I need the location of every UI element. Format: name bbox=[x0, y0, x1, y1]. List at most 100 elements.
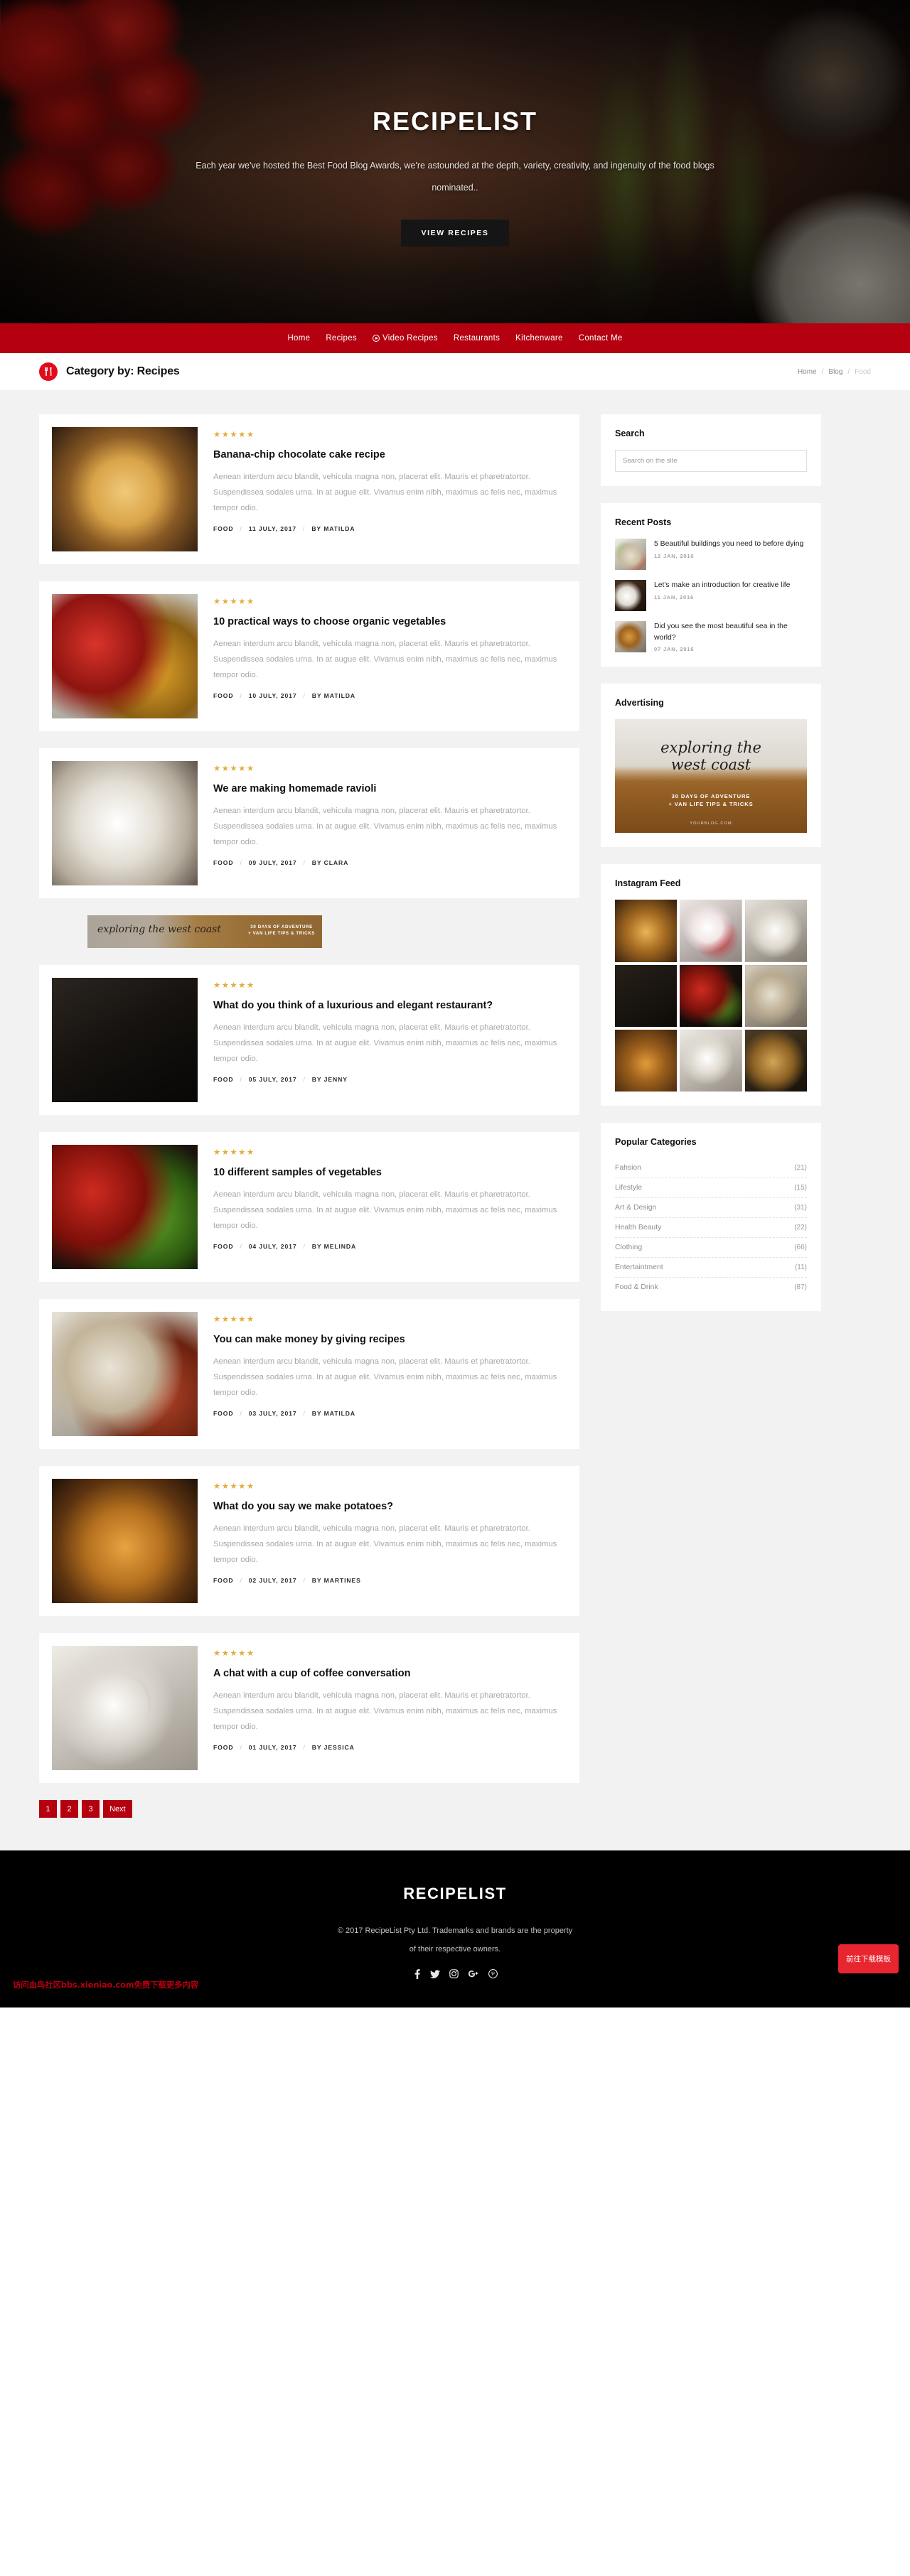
category-label: Fahsion bbox=[615, 1164, 641, 1173]
post-meta: FOOD / 10 JULY, 2017 / BY MATILDA bbox=[213, 692, 560, 699]
inline-banner-sub-line2: + VAN LIFE TIPS & TRICKS bbox=[248, 931, 315, 937]
post-category[interactable]: FOOD bbox=[213, 1744, 233, 1751]
post-title[interactable]: What do you say we make potatoes? bbox=[213, 1499, 560, 1514]
post-category[interactable]: FOOD bbox=[213, 859, 233, 866]
post-thumbnail[interactable] bbox=[52, 1312, 198, 1436]
post-author[interactable]: BY MATILDA bbox=[312, 1410, 355, 1417]
post-title[interactable]: You can make money by giving recipes bbox=[213, 1332, 560, 1347]
category-label: Entertaintment bbox=[615, 1263, 663, 1272]
nav-item-recipes[interactable]: Recipes bbox=[326, 334, 357, 343]
nav-item-contact-me[interactable]: Contact Me bbox=[579, 334, 623, 343]
instagram-photo[interactable] bbox=[680, 1029, 742, 1092]
post-date: 11 JULY, 2017 bbox=[248, 524, 297, 532]
advertising-banner[interactable]: exploring the west coast 30 DAYS OF ADVE… bbox=[615, 719, 807, 834]
nav-item-video-recipes[interactable]: Video Recipes bbox=[372, 334, 438, 343]
post-category[interactable]: FOOD bbox=[213, 1577, 233, 1584]
post-author[interactable]: BY JENNY bbox=[312, 1076, 348, 1083]
post-category[interactable]: FOOD bbox=[213, 1076, 233, 1083]
post-date: 05 JULY, 2017 bbox=[248, 1075, 297, 1083]
post-title[interactable]: 10 different samples of vegetables bbox=[213, 1165, 560, 1180]
ad-script-text: exploring the west coast bbox=[615, 739, 807, 773]
pagination-page-3[interactable]: 3 bbox=[82, 1800, 100, 1818]
post-rating-stars: ★★★★★ bbox=[213, 1148, 255, 1157]
breadcrumb-separator: / bbox=[847, 367, 850, 376]
pinterest-icon[interactable] bbox=[488, 1969, 498, 1979]
post-thumbnail[interactable] bbox=[52, 1145, 198, 1269]
instagram-photo[interactable] bbox=[615, 900, 678, 962]
view-recipes-button[interactable]: VIEW RECIPES bbox=[401, 219, 509, 247]
nav-item-kitchenware[interactable]: Kitchenware bbox=[515, 334, 563, 343]
post-excerpt: Aenean interdum arcu blandit, vehicula m… bbox=[213, 1023, 557, 1063]
post-category[interactable]: FOOD bbox=[213, 692, 233, 699]
category-row[interactable]: Lifestyle (15) bbox=[615, 1178, 807, 1199]
instagram-photo[interactable] bbox=[615, 1029, 678, 1092]
post-title[interactable]: 10 practical ways to choose organic vege… bbox=[213, 615, 560, 630]
instagram-photo[interactable] bbox=[744, 964, 808, 1027]
post-author[interactable]: BY MATILDA bbox=[312, 692, 355, 699]
category-count: (21) bbox=[794, 1164, 807, 1173]
post-author[interactable]: BY CLARA bbox=[312, 859, 348, 866]
category-label: Food & Drink bbox=[615, 1283, 658, 1292]
category-row[interactable]: Fahsion (21) bbox=[615, 1158, 807, 1179]
post-category[interactable]: FOOD bbox=[213, 1410, 233, 1417]
pagination-next-button[interactable]: Next bbox=[103, 1800, 132, 1818]
category-label: Health Beauty bbox=[615, 1224, 662, 1232]
post-title[interactable]: We are making homemade ravioli bbox=[213, 782, 560, 797]
instagram-photo[interactable] bbox=[680, 900, 742, 962]
post-category[interactable]: FOOD bbox=[213, 525, 233, 532]
facebook-icon[interactable] bbox=[413, 1968, 421, 1979]
inline-banner-script: exploring the west coast bbox=[97, 924, 221, 935]
meta-separator: / bbox=[240, 1743, 242, 1751]
category-row[interactable]: Health Beauty (22) bbox=[615, 1218, 807, 1239]
google-plus-icon[interactable] bbox=[468, 1969, 479, 1978]
pagination-page-2[interactable]: 2 bbox=[60, 1800, 78, 1818]
post-thumbnail[interactable] bbox=[52, 427, 198, 551]
category-row[interactable]: Entertaintment (11) bbox=[615, 1258, 807, 1278]
instagram-photo[interactable] bbox=[744, 900, 808, 962]
breadcrumb-item-blog[interactable]: Blog bbox=[828, 368, 842, 376]
post-meta: FOOD / 03 JULY, 2017 / BY MATILDA bbox=[213, 1410, 560, 1417]
nav-item-label: Video Recipes bbox=[382, 334, 438, 343]
meta-separator: / bbox=[303, 1409, 306, 1417]
instagram-photo[interactable] bbox=[744, 1029, 808, 1092]
post-thumbnail[interactable] bbox=[52, 1479, 198, 1603]
nav-item-home[interactable]: Home bbox=[287, 334, 310, 343]
ad-subtext: 30 DAYS OF ADVENTURE + VAN LIFE TIPS & T… bbox=[615, 792, 807, 809]
category-label: Lifestyle bbox=[615, 1184, 643, 1192]
twitter-icon[interactable] bbox=[429, 1969, 440, 1979]
post-category[interactable]: FOOD bbox=[213, 1243, 233, 1250]
category-row[interactable]: Food & Drink (87) bbox=[615, 1278, 807, 1297]
post-author[interactable]: BY MELINDA bbox=[312, 1243, 356, 1250]
recent-post-item[interactable]: Did you see the most beautiful sea in th… bbox=[615, 621, 807, 652]
post-rating-stars: ★★★★★ bbox=[213, 981, 255, 990]
instagram-photo[interactable] bbox=[615, 964, 678, 1027]
post-author[interactable]: BY MATILDA bbox=[311, 525, 355, 532]
recent-post-title: Let's make an introduction for creative … bbox=[654, 581, 791, 589]
post-thumbnail[interactable] bbox=[52, 978, 198, 1102]
recent-post-item[interactable]: Let's make an introduction for creative … bbox=[615, 580, 807, 611]
category-row[interactable]: Clothing (66) bbox=[615, 1238, 807, 1259]
search-widget-title: Search bbox=[615, 429, 645, 438]
post-thumbnail[interactable] bbox=[52, 1646, 198, 1770]
post-author[interactable]: BY JESSICA bbox=[312, 1744, 355, 1751]
instagram-photo[interactable] bbox=[680, 964, 742, 1027]
download-template-button[interactable]: 前往下载模板 bbox=[838, 1944, 899, 1973]
post-thumbnail[interactable] bbox=[52, 761, 198, 885]
recent-post-thumbnail bbox=[615, 539, 646, 570]
inline-promo-banner[interactable]: exploring the west coast 30 DAYS OF ADVEN… bbox=[87, 915, 322, 948]
post-title[interactable]: Banana-chip chocolate cake recipe bbox=[213, 448, 560, 463]
category-label: Clothing bbox=[615, 1244, 643, 1252]
meta-separator: / bbox=[240, 1075, 242, 1083]
post-author[interactable]: BY MARTINES bbox=[312, 1577, 361, 1584]
pagination-page-1[interactable]: 1 bbox=[39, 1800, 57, 1818]
recent-post-item[interactable]: 5 Beautiful buildings you need to before… bbox=[615, 539, 807, 570]
nav-item-restaurants[interactable]: Restaurants bbox=[454, 334, 500, 343]
search-input[interactable] bbox=[615, 450, 807, 472]
instagram-icon[interactable] bbox=[449, 1969, 459, 1979]
footer-copy-line1: © 2017 RecipeList Pty Ltd. Trademarks an… bbox=[337, 1926, 573, 1935]
post-title[interactable]: What do you think of a luxurious and ele… bbox=[213, 998, 560, 1013]
post-thumbnail[interactable] bbox=[52, 594, 198, 718]
breadcrumb-item-home[interactable]: Home bbox=[798, 368, 817, 376]
category-row[interactable]: Art & Design (31) bbox=[615, 1198, 807, 1219]
post-title[interactable]: A chat with a cup of coffee conversation bbox=[213, 1666, 560, 1681]
